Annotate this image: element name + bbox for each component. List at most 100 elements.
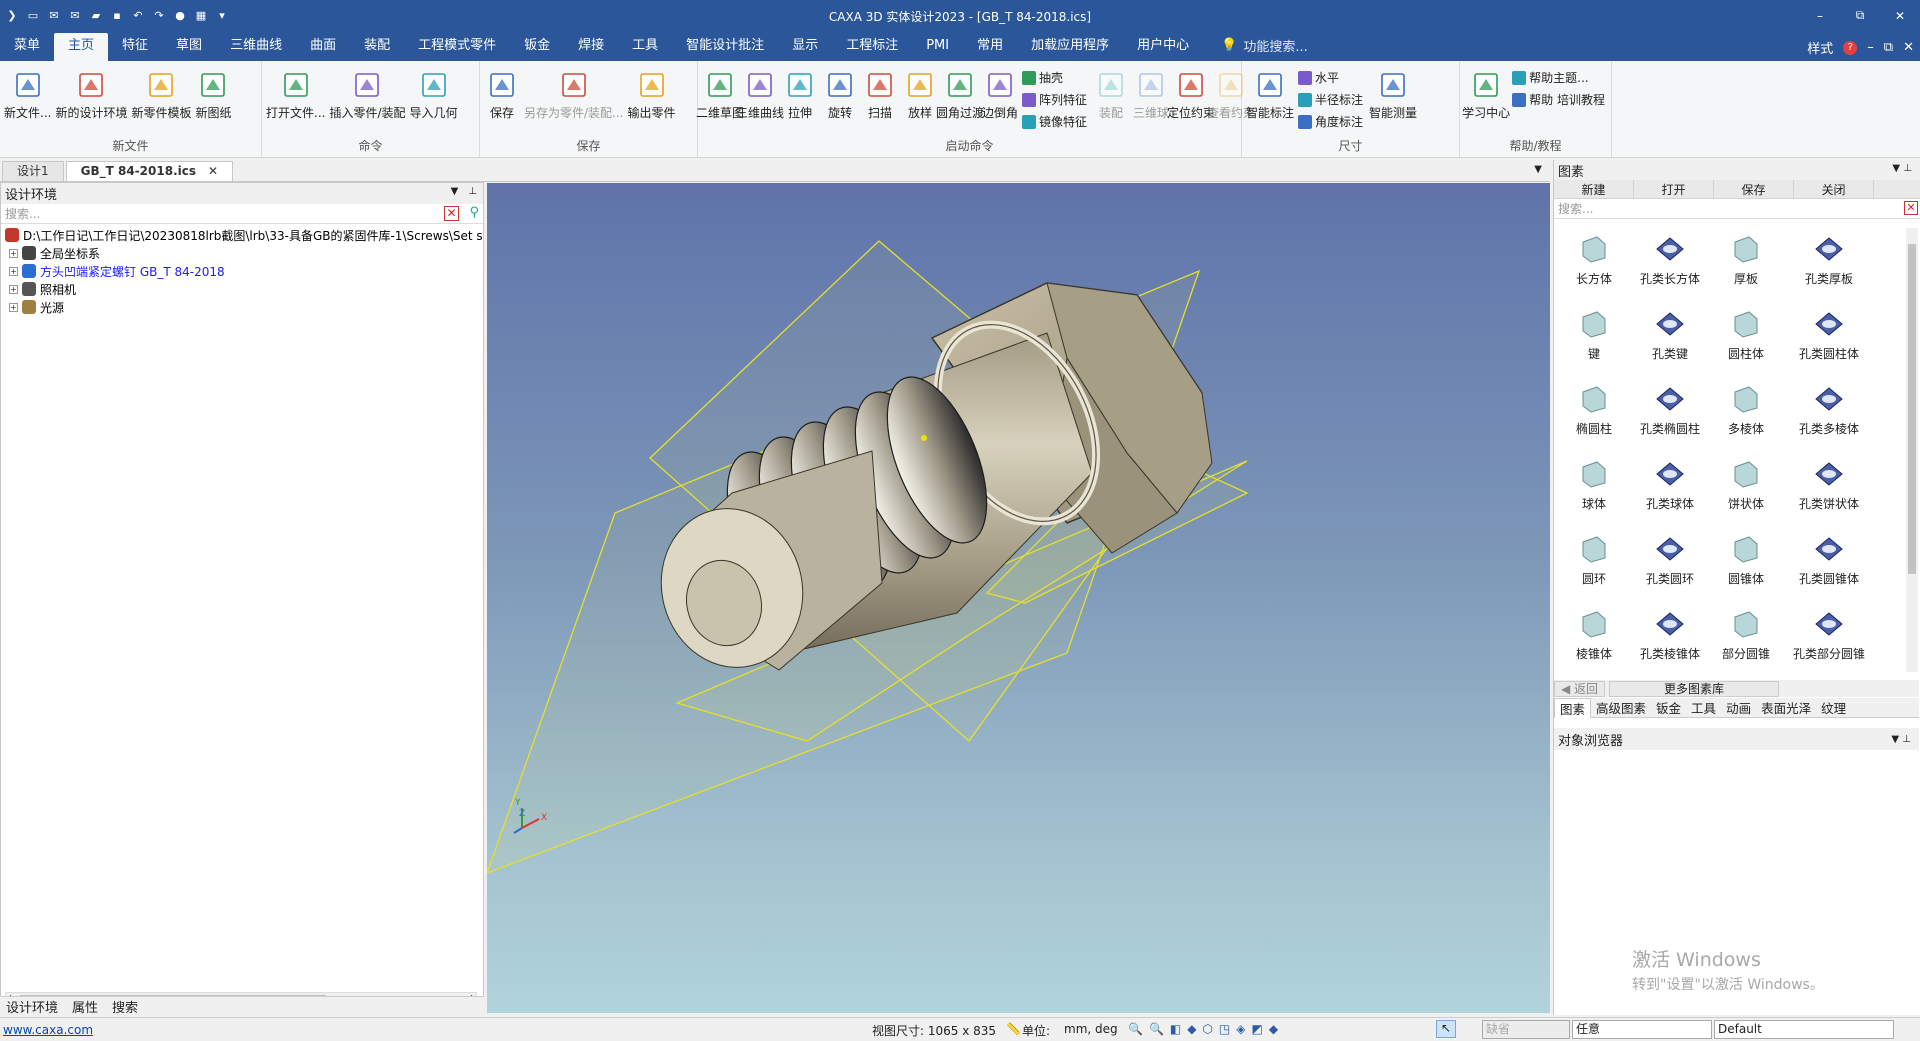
pin-icon[interactable]: ⊥ [468,186,477,197]
feature-search[interactable]: 💡 功能搜索... [1221,36,1308,55]
menu-tab-7[interactable]: 工程模式零件 [404,33,510,61]
ribbon-small-button-5-1[interactable]: 帮助 培训教程 [1512,91,1605,108]
element-item[interactable]: 厚板 [1708,228,1784,303]
expand-icon[interactable]: + [9,302,18,312]
category-tab-5[interactable]: 表面光泽 [1756,698,1816,717]
mail-icon[interactable]: ✉ [67,8,83,24]
element-item[interactable]: 棱锥体 [1556,603,1632,678]
element-item[interactable]: 部分圆锥 [1708,603,1784,678]
menu-tab-5[interactable]: 曲面 [296,33,350,61]
ribbon-small-button-4-0[interactable]: 水平 [1298,69,1363,86]
logo-icon[interactable]: ❯ [4,8,20,24]
website-link[interactable]: www.caxa.com [3,1023,93,1037]
ribbon-small-button-5-0[interactable]: 帮助主题... [1512,69,1605,86]
filter-icon[interactable]: ⚲ [469,205,479,220]
undo-icon[interactable]: ↶ [130,8,146,24]
tree-item[interactable]: + 方头凹端紧定螺钉 GB_T 84-2018 [5,262,483,280]
menu-tab-12[interactable]: 显示 [778,33,832,61]
menu-tab-11[interactable]: 智能设计批注 [672,33,778,61]
tree-search-input[interactable]: 搜索... ✕ ⚲ [1,204,483,224]
element-item[interactable]: 键 [1556,303,1632,378]
close-tab-icon[interactable]: ✕ [208,164,218,178]
category-tab-4[interactable]: 动画 [1721,698,1756,717]
menu-tab-9[interactable]: 焊接 [564,33,618,61]
ribbon-small-button-3-1[interactable]: 阵列特征 [1022,91,1087,108]
category-tab-1[interactable]: 高级图素 [1591,698,1651,717]
menu-tab-15[interactable]: 常用 [963,33,1017,61]
catalog-search-input[interactable]: 搜索... ✕ [1554,199,1920,219]
menu-tab-16[interactable]: 加载应用程序 [1017,33,1123,61]
properties-tab[interactable]: 属性 [72,997,98,1016]
redo-icon[interactable]: ↷ [151,8,167,24]
element-item[interactable]: 长方体 [1556,228,1632,303]
ribbon-small-button-3-0[interactable]: 抽壳 [1022,69,1087,86]
element-item[interactable]: 孔类圆环 [1632,528,1708,603]
element-item[interactable]: 孔类多棱体 [1784,378,1874,453]
clear-search-icon[interactable]: ✕ [444,206,459,221]
menu-tab-3[interactable]: 草图 [162,33,216,61]
element-item[interactable]: 球体 [1556,453,1632,528]
dropdown-icon[interactable]: ▾ [214,8,230,24]
element-item[interactable]: 孔类键 [1632,303,1708,378]
selection-combo[interactable]: 任意 [1572,1020,1712,1039]
element-item[interactable]: 椭圆柱 [1556,378,1632,453]
expand-icon[interactable]: + [9,248,18,258]
tab-list-chevron-icon[interactable]: ▼ [1534,164,1542,175]
element-item[interactable]: 饼状体 [1708,453,1784,528]
element-item[interactable]: 孔类椭圆柱 [1632,378,1708,453]
panel-menu-icon[interactable]: ▼ ⊥ [1891,734,1911,745]
element-item[interactable]: 孔类圆锥体 [1784,528,1874,603]
ribbon-small-button-3-2[interactable]: 镜像特征 [1022,113,1087,130]
panel-menu-icon[interactable]: ▼ [451,186,459,197]
expand-icon[interactable]: + [9,266,18,276]
panel-menu-icon[interactable]: ▼ ⊥ [1892,163,1912,174]
ribbon-small-button-4-1[interactable]: 半径标注 [1298,91,1363,108]
select-cursor-icon[interactable]: ↖ [1436,1020,1456,1038]
menu-tab-8[interactable]: 钣金 [510,33,564,61]
menu-tab-4[interactable]: 三维曲线 [216,33,296,61]
category-tab-2[interactable]: 钣金 [1651,698,1686,717]
menu-tab-13[interactable]: 工程标注 [832,33,912,61]
element-item[interactable]: 孔类部分圆锥 [1784,603,1874,678]
restore-button[interactable]: ⧉ [1840,0,1880,31]
expand-icon[interactable]: + [9,284,18,294]
tree-item[interactable]: D:\工作日记\工作日记\20230818lrb截图\lrb\33-具备GB的紧… [5,226,483,244]
element-item[interactable]: 孔类饼状体 [1784,453,1874,528]
3d-viewport[interactable]: Y X Z [487,183,1550,1013]
save-icon[interactable]: ▪ [109,8,125,24]
design-env-tab[interactable]: 设计环境 [6,997,58,1016]
open-button[interactable]: 打开 [1634,180,1714,198]
tree-item[interactable]: + 光源 [5,298,483,316]
ribbon-restore-icon[interactable]: ⧉ [1884,40,1893,55]
style-menu[interactable]: 样式 [1807,38,1833,57]
element-item[interactable]: 孔类厚板 [1784,228,1874,303]
menu-tab-10[interactable]: 工具 [618,33,672,61]
category-tab-0[interactable]: 图素 [1554,697,1592,718]
element-item[interactable]: 孔类球体 [1632,453,1708,528]
view-tools[interactable]: 🔍🔍◧◆⬡◳◈◩◆ [1128,1022,1284,1036]
close-window-button[interactable]: ✕ [1880,0,1920,31]
mail-icon[interactable]: ✉ [46,8,62,24]
element-item[interactable]: 孔类棱锥体 [1632,603,1708,678]
scrollbar-thumb[interactable] [1908,244,1916,574]
doc-tab-design1[interactable]: 设计1 [2,161,64,181]
menu-tab-17[interactable]: 用户中心 [1123,33,1203,61]
selection-point[interactable] [921,435,927,441]
style-combo[interactable]: Default [1714,1020,1894,1039]
close-button[interactable]: 关闭 [1794,180,1874,198]
element-item[interactable]: 孔类圆柱体 [1784,303,1874,378]
element-item[interactable]: 多棱体 [1708,378,1784,453]
save-button[interactable]: 保存 [1714,180,1794,198]
screw-model[interactable]: Y X Z [487,183,1550,1013]
category-tab-6[interactable]: 纹理 [1816,698,1851,717]
menu-tab-0[interactable]: 菜单 [0,33,54,61]
doc-tab-gbt84[interactable]: GB_T 84-2018.ics ✕ [65,161,234,181]
tree-item[interactable]: + 全局坐标系 [5,244,483,262]
ribbon-close-icon[interactable]: ✕ [1903,40,1914,55]
new-button[interactable]: 新建 [1554,180,1634,198]
ribbon-minimize-icon[interactable]: – [1867,40,1874,55]
ribbon-small-button-4-2[interactable]: 角度标注 [1298,113,1363,130]
vertical-scrollbar[interactable] [1906,228,1918,672]
search-tab[interactable]: 搜索 [112,997,138,1016]
minimize-button[interactable]: – [1800,0,1840,31]
